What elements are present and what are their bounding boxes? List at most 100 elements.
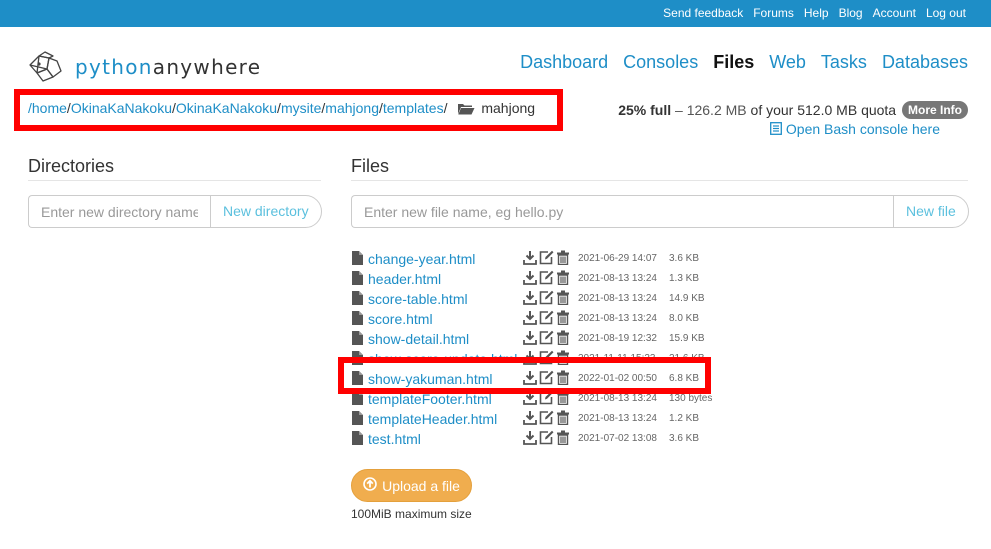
file-size: 130 bytes — [669, 393, 713, 404]
nav-dashboard[interactable]: Dashboard — [520, 52, 608, 73]
edit-icon[interactable] — [539, 250, 554, 270]
file-name-link[interactable]: header.html — [368, 271, 441, 287]
file-size: 1.2 KB — [669, 413, 700, 424]
new-file-input[interactable] — [351, 195, 893, 228]
file-date: 2021-08-13 13:24 — [578, 273, 657, 284]
file-icon — [352, 331, 363, 350]
file-icon — [352, 311, 363, 330]
file-actions — [523, 310, 570, 330]
download-icon[interactable] — [523, 430, 537, 450]
file-size: 8.0 KB — [669, 313, 700, 324]
file-size: 14.9 KB — [669, 293, 705, 304]
download-icon[interactable] — [523, 290, 537, 310]
delete-icon[interactable] — [556, 290, 570, 310]
quota-total: 512.0 MB — [797, 102, 858, 118]
edit-icon[interactable] — [539, 270, 554, 290]
quota-of-your: of your — [750, 102, 794, 118]
file-icon — [352, 271, 363, 290]
file-size: 3.6 KB — [669, 433, 700, 444]
directories-divider — [28, 180, 321, 181]
file-date: 2021-08-13 13:24 — [578, 413, 657, 424]
file-name-link[interactable]: templateHeader.html — [368, 411, 497, 427]
file-date: 2021-08-13 13:24 — [578, 313, 657, 324]
upload-icon — [363, 477, 377, 494]
file-date: 2021-08-19 12:32 — [578, 333, 657, 344]
file-size: 3.6 KB — [669, 253, 700, 264]
logo-text-anywhere: anywhere — [152, 55, 262, 79]
new-directory-input[interactable] — [28, 195, 210, 228]
quota-percent: 25% full — [618, 102, 672, 118]
nav-consoles[interactable]: Consoles — [623, 52, 698, 73]
more-info-badge[interactable]: More Info — [902, 101, 968, 119]
highlight-box-breadcrumb — [14, 89, 563, 131]
delete-icon[interactable] — [556, 410, 570, 430]
account-link[interactable]: Account — [873, 6, 916, 20]
nav-web[interactable]: Web — [769, 52, 806, 73]
delete-icon[interactable] — [556, 270, 570, 290]
upload-size-note: 100MiB maximum size — [351, 507, 472, 521]
upload-file-button[interactable]: Upload a file — [351, 469, 472, 502]
logout-link[interactable]: Log out — [926, 6, 966, 20]
edit-icon[interactable] — [539, 290, 554, 310]
download-icon[interactable] — [523, 270, 537, 290]
file-row: score.html 2021-08-13 13:24 8.0 KB — [351, 309, 731, 329]
download-icon[interactable] — [523, 410, 537, 430]
new-directory-group: New directory — [28, 195, 322, 228]
download-icon[interactable] — [523, 250, 537, 270]
logo-text-python: python — [75, 55, 153, 79]
file-actions — [523, 270, 570, 290]
file-icon — [352, 431, 363, 450]
file-name-link[interactable]: test.html — [368, 431, 421, 447]
file-row: templateHeader.html 2021-08-13 13:24 1.2… — [351, 409, 731, 429]
quota-info: 25% full – 126.2 MB of your 512.0 MB quo… — [618, 101, 968, 119]
quota-word: quota — [861, 102, 897, 118]
file-icon — [352, 291, 363, 310]
download-icon[interactable] — [523, 310, 537, 330]
file-name-link[interactable]: score-table.html — [368, 291, 468, 307]
new-directory-button[interactable]: New directory — [210, 195, 322, 228]
file-actions — [523, 330, 570, 350]
blog-link[interactable]: Blog — [839, 6, 863, 20]
delete-icon[interactable] — [556, 430, 570, 450]
file-row: test.html 2021-07-02 13:08 3.6 KB — [351, 429, 731, 449]
file-row: header.html 2021-08-13 13:24 1.3 KB — [351, 269, 731, 289]
help-link[interactable]: Help — [804, 6, 829, 20]
forums-link[interactable]: Forums — [753, 6, 794, 20]
highlight-box-file — [338, 357, 711, 394]
file-list: change-year.html 2021-06-29 14:07 3.6 KB… — [351, 249, 731, 449]
edit-icon[interactable] — [539, 430, 554, 450]
new-file-button[interactable]: New file — [893, 195, 969, 228]
file-date: 2021-08-13 13:24 — [578, 293, 657, 304]
file-size: 15.9 KB — [669, 333, 705, 344]
directories-heading: Directories — [28, 156, 115, 176]
send-feedback-link[interactable]: Send feedback — [663, 6, 743, 20]
upload-file-label: Upload a file — [382, 477, 460, 494]
download-icon[interactable] — [523, 330, 537, 350]
edit-icon[interactable] — [539, 330, 554, 350]
file-actions — [523, 430, 570, 450]
file-name-link[interactable]: change-year.html — [368, 251, 475, 267]
nav-tasks[interactable]: Tasks — [821, 52, 867, 73]
file-actions — [523, 250, 570, 270]
quota-used: 126.2 MB — [686, 102, 747, 118]
file-icon — [352, 411, 363, 430]
open-bash-console-link[interactable]: Open Bash console here — [770, 121, 940, 137]
nav-databases[interactable]: Databases — [882, 52, 968, 73]
delete-icon[interactable] — [556, 330, 570, 350]
edit-icon[interactable] — [539, 410, 554, 430]
pythonanywhere-logo[interactable]: pythonanywhere — [27, 51, 261, 83]
open-bash-console-label: Open Bash console here — [785, 121, 940, 137]
file-size: 1.3 KB — [669, 273, 700, 284]
delete-icon[interactable] — [556, 310, 570, 330]
file-date: 2021-08-13 13:24 — [578, 393, 657, 404]
delete-icon[interactable] — [556, 250, 570, 270]
file-name-link[interactable]: score.html — [368, 311, 433, 327]
top-bar: Send feedback Forums Help Blog Account L… — [0, 0, 991, 27]
file-date: 2021-07-02 13:08 — [578, 433, 657, 444]
quota-dash: – — [675, 102, 683, 118]
edit-icon[interactable] — [539, 310, 554, 330]
nav-files[interactable]: Files — [713, 52, 754, 73]
files-heading: Files — [351, 156, 390, 176]
file-name-link[interactable]: show-detail.html — [368, 331, 469, 347]
file-actions — [523, 290, 570, 310]
